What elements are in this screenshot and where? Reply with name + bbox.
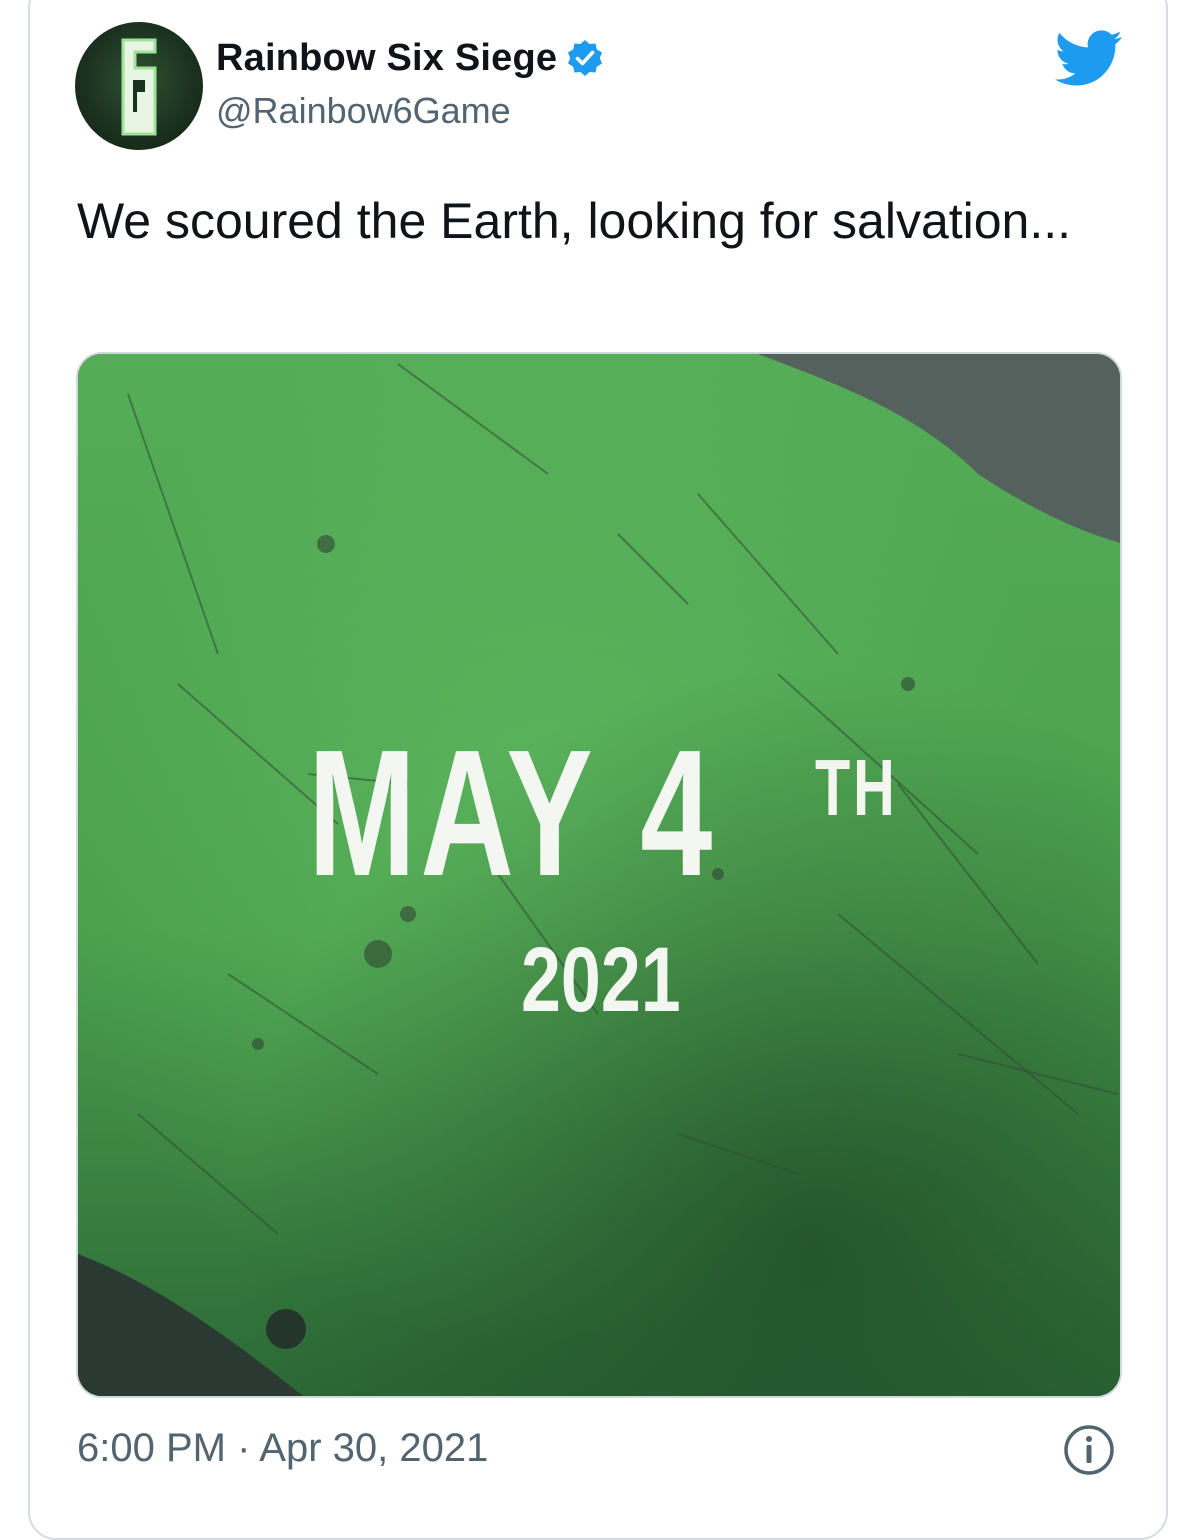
rainbow-six-logo-icon xyxy=(121,38,157,136)
author-handle[interactable]: @Rainbow6Game xyxy=(216,90,511,132)
tweet-timestamp[interactable]: 6:00 PM · Apr 30, 2021 xyxy=(77,1426,488,1471)
tweet-media-image[interactable]: MAY 4 TH 2021 xyxy=(76,352,1122,1398)
author-name-row[interactable]: Rainbow Six Siege xyxy=(216,36,605,80)
twitter-bird-icon[interactable] xyxy=(1055,30,1123,86)
avatar[interactable] xyxy=(75,22,203,150)
media-year: 2021 xyxy=(521,929,681,1031)
media-month: MAY xyxy=(308,713,598,914)
media-text-overlay: MAY 4 TH 2021 xyxy=(78,354,1120,1396)
author-display-name[interactable]: Rainbow Six Siege xyxy=(216,37,557,80)
media-day-number: 4 xyxy=(640,713,717,914)
tweet-text: We scoured the Earth, looking for salvat… xyxy=(77,193,1072,249)
info-icon[interactable] xyxy=(1062,1423,1116,1477)
media-day-suffix: TH xyxy=(815,743,898,832)
verified-badge-icon xyxy=(568,40,603,76)
media-date: MAY 4 xyxy=(308,724,717,904)
